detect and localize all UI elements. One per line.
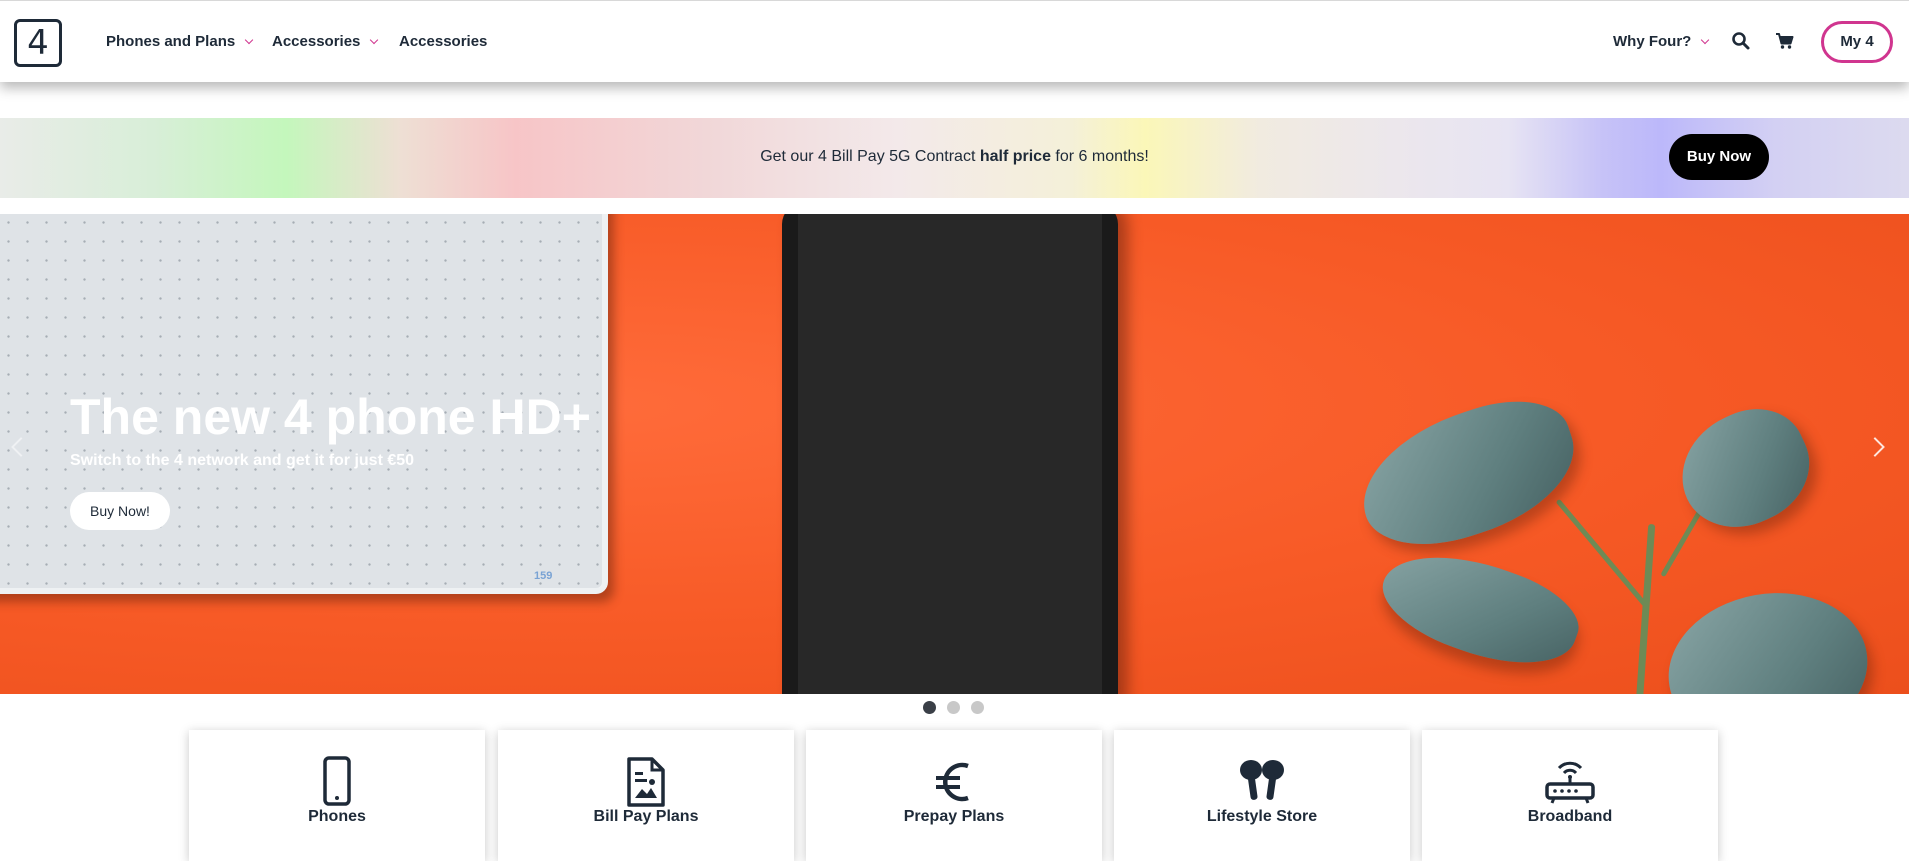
nav-label: Accessories (399, 33, 488, 50)
nav-accessories-dropdown[interactable]: Accessories (272, 33, 379, 50)
notebook-page-number: 159 (534, 570, 553, 582)
nav-label: Why Four? (1613, 33, 1692, 50)
document-icon (627, 757, 665, 807)
category-label: Prepay Plans (903, 808, 1005, 825)
site-header: 4 Phones and Plans Accessories Accessori… (0, 0, 1909, 82)
category-label: Lifestyle Store (1206, 808, 1318, 825)
plant-stem (1555, 498, 1650, 610)
phone-image (782, 214, 1118, 694)
phone-screen (798, 214, 1102, 694)
my4-button[interactable]: My 4 (1821, 21, 1893, 63)
nav-accessories[interactable]: Accessories (399, 33, 487, 50)
plant-stem (1635, 523, 1656, 694)
phone-icon (323, 756, 351, 806)
hero-title: The new 4 phone HD+ (70, 389, 591, 445)
promo-banner: Get our 4 Bill Pay 5G Contract half pric… (0, 118, 1909, 198)
category-card-lifestyle-store[interactable]: Lifestyle Store (1114, 730, 1410, 861)
promo-text-highlight: half price (979, 148, 1051, 165)
carousel-dot-1[interactable] (923, 701, 936, 714)
leaf-image (1370, 532, 1590, 686)
category-card-phones[interactable]: Phones (189, 730, 485, 861)
brand-logo[interactable]: 4 (14, 19, 62, 67)
search-icon[interactable] (1731, 31, 1751, 51)
cart-icon[interactable] (1775, 31, 1795, 51)
promo-text-start: Get our 4 Bill Pay 5G Contract (760, 148, 980, 165)
earbuds-icon (1240, 760, 1284, 800)
carousel-dot-3[interactable] (971, 701, 984, 714)
hero-buy-now-button[interactable]: Buy Now! (70, 492, 170, 530)
router-icon (1545, 761, 1595, 804)
promo-text-end: for 6 months! (1050, 148, 1149, 165)
chevron-right-icon[interactable] (1865, 437, 1885, 457)
carousel-dot-2[interactable] (947, 701, 960, 714)
promo-text: Get our 4 Bill Pay 5G Contract half pric… (0, 148, 1909, 166)
category-card-broadband[interactable]: Broadband (1422, 730, 1718, 861)
chevron-down-icon (370, 35, 379, 45)
nav-label: Phones and Plans (106, 33, 236, 50)
leaf-image (1662, 391, 1828, 547)
leaf-image (1344, 382, 1592, 566)
hero-subtitle: Switch to the 4 network and get it for j… (70, 452, 415, 469)
category-label: Bill Pay Plans (593, 808, 699, 825)
chevron-down-icon (1701, 35, 1710, 45)
promo-buy-now-button[interactable]: Buy Now (1669, 134, 1769, 180)
nav-why-four[interactable]: Why Four? (1613, 33, 1710, 50)
category-label: Phones (308, 808, 366, 825)
category-label: Broadband (1527, 808, 1613, 825)
chevron-down-icon (244, 35, 254, 45)
leaf-image (1656, 577, 1880, 694)
hero-carousel: 159 The new 4 phone HD+ Switch to the 4 … (0, 214, 1909, 694)
nav-phones-and-plans[interactable]: Phones and Plans (106, 33, 254, 50)
euro-icon (936, 762, 969, 802)
nav-label: Accessories (272, 33, 361, 50)
category-card-prepay-plans[interactable]: Prepay Plans (806, 730, 1102, 861)
category-card-bill-pay-plans[interactable]: Bill Pay Plans (498, 730, 794, 861)
